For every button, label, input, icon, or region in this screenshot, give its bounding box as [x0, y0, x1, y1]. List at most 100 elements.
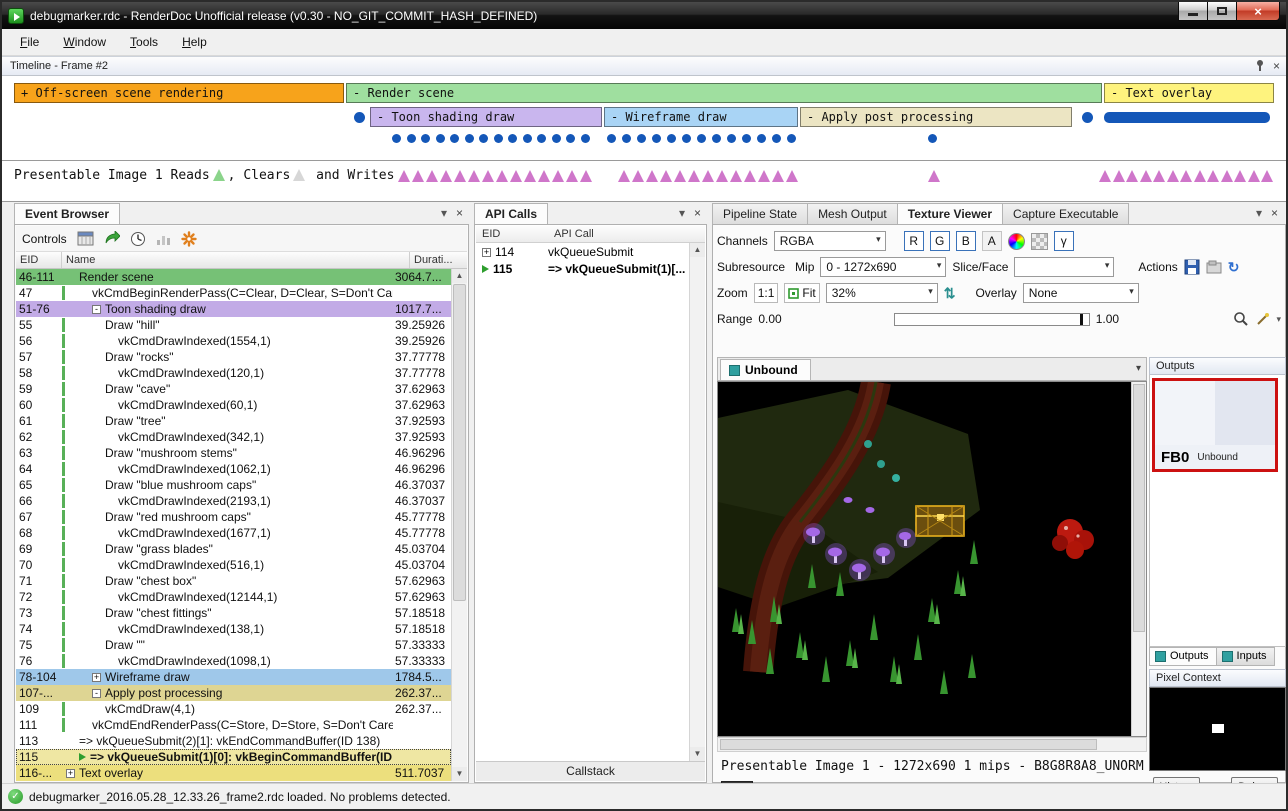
usage-triangle-icon[interactable] [646, 170, 658, 182]
scroll-down-icon[interactable]: ▼ [452, 767, 467, 781]
timeline-draw-dot[interactable] [552, 134, 561, 143]
api-call-row[interactable]: +114vkQueueSubmit [476, 243, 689, 260]
usage-triangle-icon[interactable] [440, 170, 452, 182]
timeline-section-bar[interactable]: - Text overlay [1104, 83, 1274, 103]
usage-triangle-icon[interactable] [1248, 170, 1260, 182]
event-row[interactable]: 111vkCmdEndRenderPass(C=Store, D=Store, … [16, 717, 451, 733]
usage-triangle-icon[interactable] [1140, 170, 1152, 182]
usage-triangle-icon[interactable] [1099, 170, 1111, 182]
tab-mesh-output[interactable]: Mesh Output [807, 203, 898, 225]
event-row[interactable]: 109vkCmdDraw(4,1)262.37... [16, 701, 451, 717]
timeline-draw-dot[interactable] [787, 134, 796, 143]
range-min-value[interactable]: 0.00 [758, 312, 781, 326]
open-external-icon[interactable] [1206, 260, 1222, 274]
timeline-draw-dot[interactable] [523, 134, 532, 143]
event-row[interactable]: 55Draw "hill"39.25926 [16, 317, 451, 333]
timeline-draw-dot[interactable] [727, 134, 736, 143]
timeline-draw-dot[interactable] [607, 134, 616, 143]
usage-triangle-icon[interactable] [1180, 170, 1192, 182]
event-row[interactable]: 46-111Render scene3064.7... [16, 269, 451, 285]
timeline-draw-dot[interactable] [537, 134, 546, 143]
event-row[interactable]: 66vkCmdDrawIndexed(2193,1)46.37037 [16, 493, 451, 509]
flip-y-icon[interactable]: ⇅ [944, 286, 956, 300]
tab-inputs[interactable]: Inputs [1216, 647, 1275, 666]
usage-triangle-icon[interactable] [772, 170, 784, 182]
timeline-draw-dot[interactable] [772, 134, 781, 143]
event-row[interactable]: 71Draw "chest box"57.62963 [16, 573, 451, 589]
timeline-body[interactable]: + Off-screen scene rendering- Render sce… [2, 76, 1286, 202]
timeline-draw-dot[interactable] [494, 134, 503, 143]
usage-triangle-icon[interactable] [632, 170, 644, 182]
usage-triangle-icon[interactable] [730, 170, 742, 182]
usage-triangle-icon[interactable] [618, 170, 630, 182]
tab-event-browser[interactable]: Event Browser [14, 203, 120, 225]
text-overlay-events-bar[interactable] [1104, 112, 1270, 123]
event-row[interactable]: 47vkCmdBeginRenderPass(C=Clear, D=Clear,… [16, 285, 451, 301]
zoom-fit-button[interactable]: Fit [784, 283, 819, 303]
event-row[interactable]: 65Draw "blue mushroom caps"46.37037 [16, 477, 451, 493]
timeline-draw-dot[interactable] [697, 134, 706, 143]
usage-triangle-icon[interactable] [552, 170, 564, 182]
event-row[interactable]: 62vkCmdDrawIndexed(342,1)37.92593 [16, 429, 451, 445]
texture-viewer-close-icon[interactable]: × [1271, 206, 1278, 220]
usage-triangle-icon[interactable] [758, 170, 770, 182]
pixel-context-header[interactable]: Pixel Context [1149, 669, 1286, 687]
zoom-level-select[interactable]: 32% [826, 283, 938, 303]
expander-icon[interactable]: - [92, 689, 101, 698]
usage-triangle-icon[interactable] [1113, 170, 1125, 182]
timeline-draw-dot[interactable] [436, 134, 445, 143]
timeline-browse-icon[interactable] [77, 231, 94, 246]
event-browser-menu-icon[interactable]: ▾ [441, 206, 447, 220]
autofit-wand-icon[interactable] [1255, 312, 1270, 327]
expander-icon[interactable]: + [66, 769, 75, 778]
tab-api-calls[interactable]: API Calls [474, 203, 548, 225]
usage-triangle-icon[interactable] [454, 170, 466, 182]
overlay-select[interactable]: None [1023, 283, 1139, 303]
usage-triangle-icon[interactable] [1234, 170, 1246, 182]
usage-triangle-icon[interactable] [1167, 170, 1179, 182]
event-row[interactable]: 63Draw "mushroom stems"46.96296 [16, 445, 451, 461]
usage-triangle-icon[interactable] [688, 170, 700, 182]
event-row[interactable]: 115=> vkQueueSubmit(1)[0]: vkBeginComman… [16, 749, 451, 765]
usage-triangle-icon[interactable] [716, 170, 728, 182]
usage-triangle-icon[interactable] [1261, 170, 1273, 182]
event-row[interactable]: 72vkCmdDrawIndexed(12144,1)57.62963 [16, 589, 451, 605]
texture-viewer-menu-icon[interactable]: ▾ [1256, 206, 1262, 220]
event-row[interactable]: 74vkCmdDrawIndexed(138,1)57.18518 [16, 621, 451, 637]
scroll-up-icon[interactable]: ▲ [690, 243, 705, 257]
event-row[interactable]: 73Draw "chest fittings"57.18518 [16, 605, 451, 621]
range-slider-handle[interactable] [1080, 314, 1083, 325]
timeline-section-bar[interactable]: - Render scene [346, 83, 1102, 103]
blue-channel-button[interactable]: B [956, 231, 976, 251]
tab-capture-executable[interactable]: Capture Executable [1002, 203, 1129, 225]
save-icon[interactable] [1184, 259, 1200, 275]
scroll-down-icon[interactable]: ▼ [690, 747, 705, 761]
timeline-draw-dot[interactable] [392, 134, 401, 143]
fb0-thumbnail[interactable]: FB0 Unbound [1152, 378, 1278, 472]
timeline-close-icon[interactable]: × [1273, 59, 1280, 73]
timeline-draw-dot[interactable] [479, 134, 488, 143]
usage-triangle-icon[interactable] [510, 170, 522, 182]
usage-triangle-icon[interactable] [580, 170, 592, 182]
refresh-icon[interactable]: ↻ [1228, 260, 1240, 274]
menu-file[interactable]: File [8, 31, 51, 53]
timeline-section-bar[interactable]: + Off-screen scene rendering [14, 83, 344, 103]
menu-help[interactable]: Help [170, 31, 219, 53]
settings-icon[interactable] [181, 231, 197, 247]
event-row[interactable]: 67Draw "red mushroom caps"45.77778 [16, 509, 451, 525]
usage-triangle-icon[interactable] [1126, 170, 1138, 182]
event-row[interactable]: 59Draw "cave"37.62963 [16, 381, 451, 397]
event-row[interactable]: 61Draw "tree"37.92593 [16, 413, 451, 429]
timeline-draw-dot[interactable] [637, 134, 646, 143]
api-calls-scrollbar[interactable]: ▲ ▼ [689, 243, 705, 761]
texture-viewport[interactable] [717, 381, 1147, 737]
usage-triangle-icon[interactable] [496, 170, 508, 182]
timeline-draw-dot[interactable] [622, 134, 631, 143]
usage-triangle-icon[interactable] [1221, 170, 1233, 182]
menu-tools[interactable]: Tools [118, 31, 170, 53]
timeline-draw-dot[interactable] [742, 134, 751, 143]
callstack-bar[interactable]: Callstack [476, 761, 705, 781]
timeline-event-dot[interactable] [1082, 112, 1093, 123]
event-row[interactable]: 76vkCmdDrawIndexed(1098,1)57.33333 [16, 653, 451, 669]
event-browser-close-icon[interactable]: × [456, 206, 463, 220]
